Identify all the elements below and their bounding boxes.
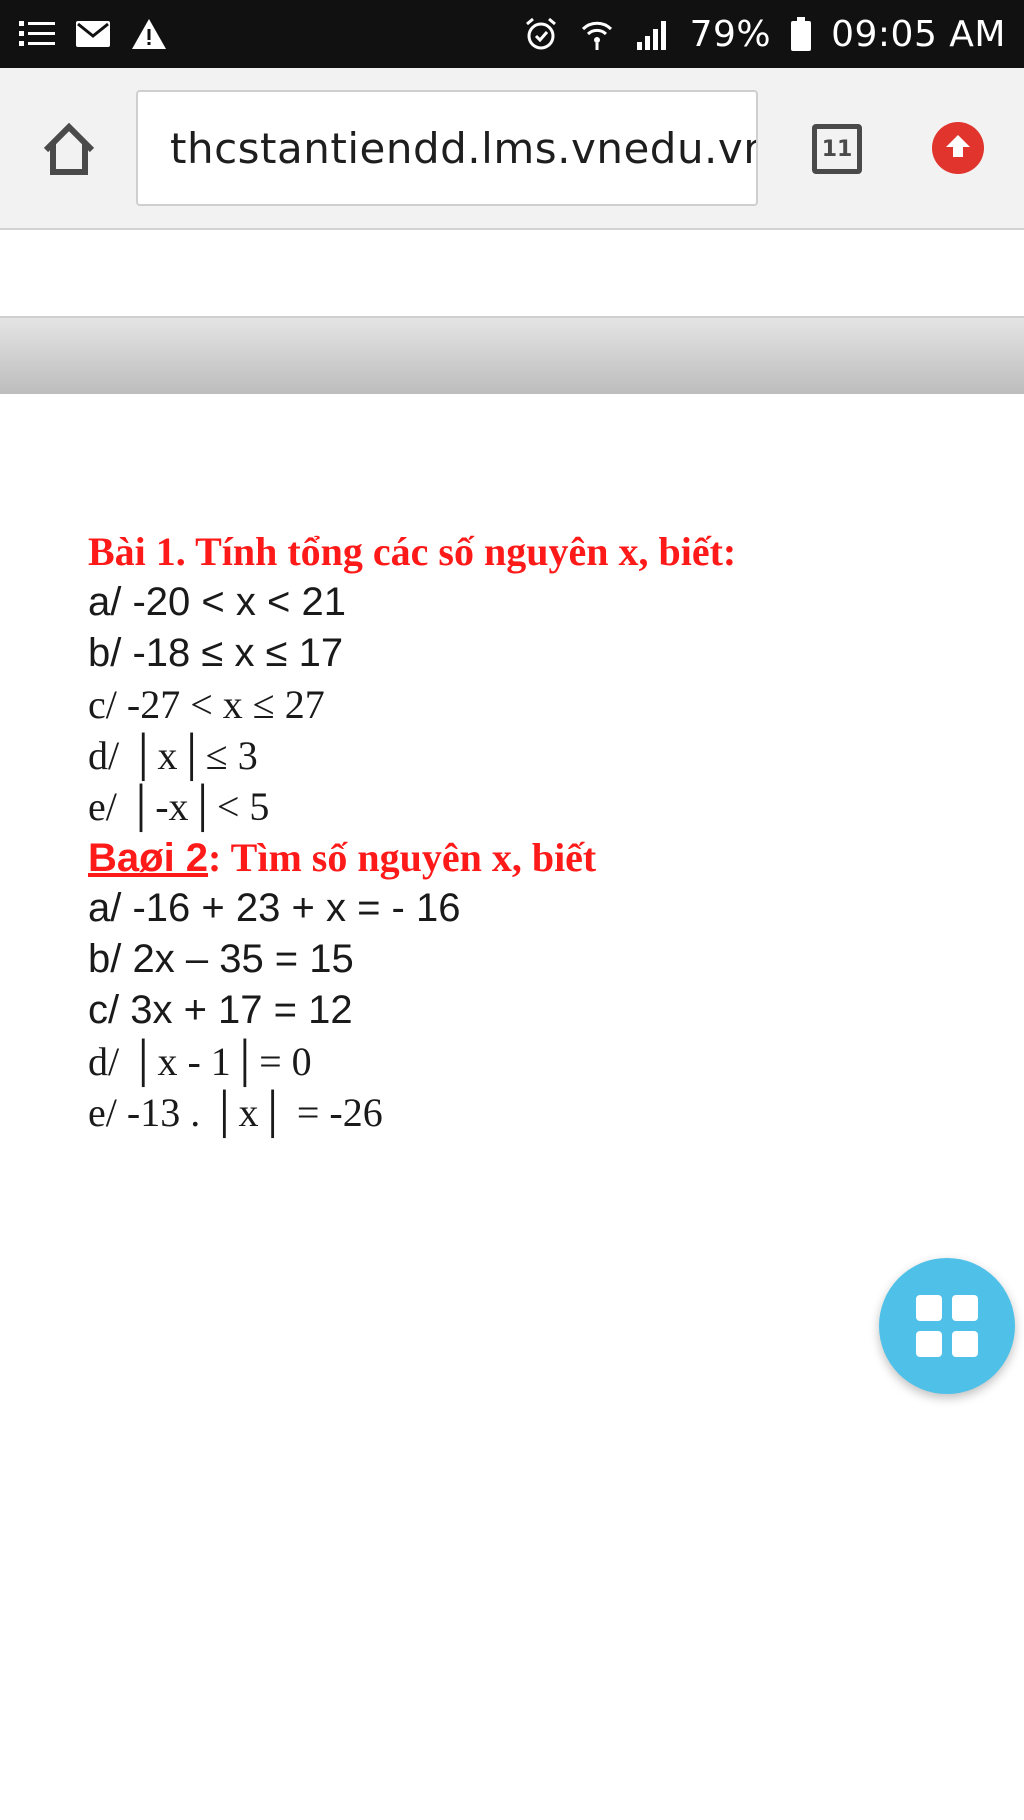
notification-list-icon	[18, 15, 56, 53]
warning-icon	[130, 15, 168, 53]
status-bar: 79% 09:05 AM	[0, 0, 1024, 68]
exercise-2-item-a: a/ -16 + 23 + x = - 16	[88, 886, 461, 930]
home-icon[interactable]	[38, 118, 100, 180]
alarm-icon	[522, 15, 560, 53]
exercise-2-item-c: c/ 3x + 17 = 12	[88, 988, 353, 1032]
signal-icon	[634, 15, 672, 53]
exercise-1-title: Bài 1. Tính tổng các số nguyên x, biết:	[88, 529, 737, 574]
exercise-2-item-d: d/ │x - 1│= 0	[88, 1039, 312, 1084]
browser-toolbar: thcstantiendd.lms.vnedu.vn 11	[0, 68, 1024, 230]
wifi-icon	[578, 15, 616, 53]
battery-percent: 79%	[689, 13, 772, 55]
clock: 09:05 AM	[831, 13, 1006, 55]
document-content: Bài 1. Tính tổng các số nguyên x, biết: …	[88, 526, 968, 1138]
exercise-2-heading: : Tìm số nguyên x, biết	[208, 835, 597, 880]
apps-fab-button[interactable]	[879, 1258, 1015, 1394]
exercise-1-item-c: c/ -27 < x ≤ 27	[88, 682, 325, 727]
mail-icon	[74, 15, 112, 53]
tabs-button[interactable]: 11	[812, 124, 862, 174]
exercise-1-item-a: a/ -20 < x < 21	[88, 580, 346, 624]
exercise-2-title: Baøi 2: Tìm số nguyên x, biết	[88, 832, 968, 883]
exercise-2-item-b: b/ 2x – 35 = 15	[88, 937, 354, 981]
page-header-band	[0, 316, 1024, 394]
exercise-1-item-b: b/ -18 ≤ x ≤ 17	[88, 631, 344, 675]
exercise-1-item-d: d/ │x│≤ 3	[88, 733, 258, 778]
tab-count: 11	[821, 136, 853, 162]
status-right: 79% 09:05 AM	[522, 14, 1006, 55]
exercise-1-item-e: e/ │-x│< 5	[88, 784, 270, 829]
grid-icon	[916, 1295, 978, 1357]
url-bar[interactable]: thcstantiendd.lms.vnedu.vn	[136, 90, 758, 206]
arrow-up-icon	[944, 132, 972, 165]
battery-icon	[789, 15, 813, 53]
status-left	[18, 15, 168, 53]
exercise-2-item-e: e/ -13 . │x│ = -26	[88, 1090, 383, 1135]
upload-button[interactable]	[932, 122, 984, 174]
exercise-2-label: Baøi 2	[88, 836, 209, 880]
url-text: thcstantiendd.lms.vnedu.vn	[170, 123, 758, 173]
